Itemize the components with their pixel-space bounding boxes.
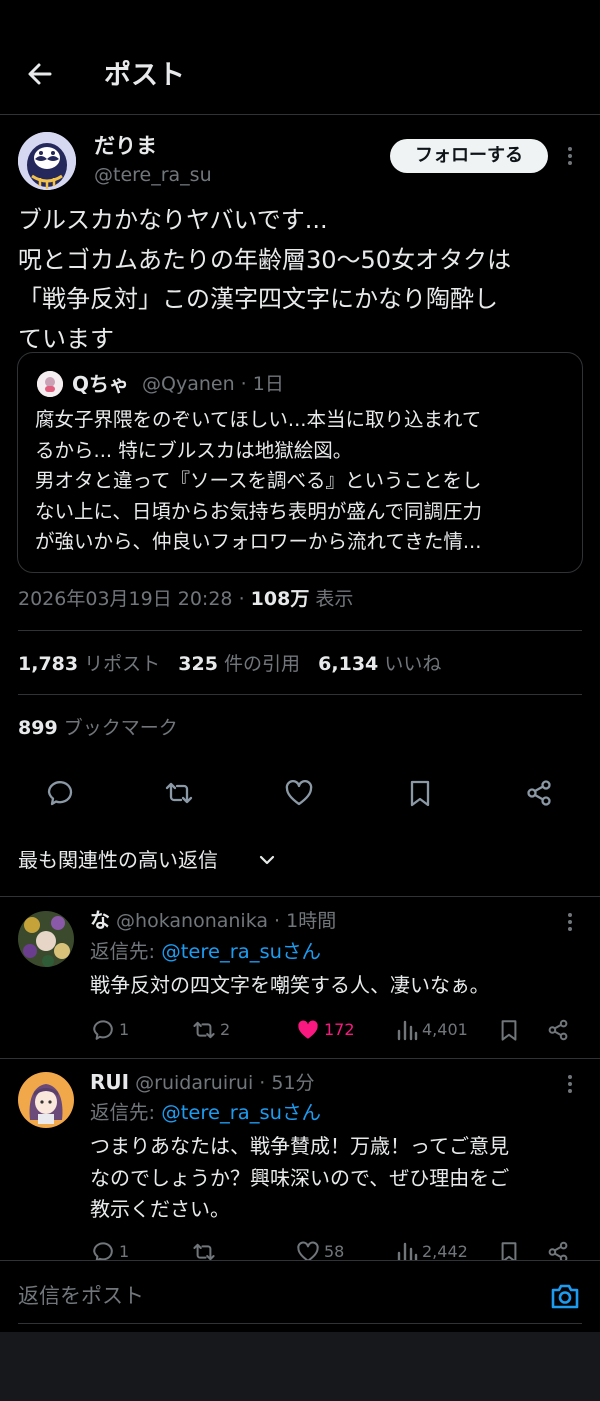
- reply-to-handle[interactable]: @tere_ra_suさん: [161, 940, 321, 963]
- more-options-icon[interactable]: [560, 910, 580, 934]
- reply-header: RUI @ruidaruirui · 51分: [90, 1068, 315, 1097]
- quoted-post-text: 腐女子界隈をのぞいてほしい...本当に取り込まれて るから... 特にブルスカは…: [35, 405, 575, 558]
- post-meta: 2026年03月19日 20:28 · 108万 表示: [18, 588, 354, 610]
- quoted-author-avatar: [37, 371, 63, 397]
- author-handle[interactable]: @tere_ra_su: [94, 162, 212, 188]
- bookmark-icon[interactable]: [405, 778, 435, 808]
- chevron-down-icon[interactable]: [258, 851, 276, 869]
- reply-author-name[interactable]: な: [90, 908, 110, 932]
- views-count: 108万: [250, 588, 310, 610]
- post-text-line: 呪とゴカムあたりの年齢層30〜50女オタクは: [18, 245, 512, 274]
- reply-bookmark-icon[interactable]: [497, 1016, 521, 1042]
- reply-avatar[interactable]: [18, 1072, 74, 1128]
- post-text-line: ブルスカかなりヤバいです...: [18, 206, 328, 234]
- bookmarks-stat: 899 ブックマーク: [18, 712, 178, 744]
- reply-text: 戦争反対の四文字を嘲笑する人、凄いなぁ。: [90, 973, 490, 997]
- divider: [0, 896, 600, 897]
- quoted-text-line: が強いから、仲良いフォロワーから流れてきた情...: [35, 530, 482, 554]
- top-bar: [0, 0, 600, 115]
- reply-repost-button[interactable]: 2: [192, 1016, 230, 1042]
- quoted-author-meta: @Qyanen · 1日: [142, 373, 284, 395]
- quoted-post-card[interactable]: Qちゃ @Qyanen · 1日 腐女子界隈をのぞいてほしい...本当に取り込ま…: [17, 352, 583, 573]
- post-text: ブルスカかなりヤバいです... 呪とゴカムあたりの年齢層30〜50女オタクは 「…: [18, 201, 588, 359]
- reply-to: 返信先: @tere_ra_suさん: [90, 940, 321, 963]
- camera-icon[interactable]: [549, 1280, 581, 1312]
- reply-icon[interactable]: [45, 778, 75, 808]
- more-options-icon[interactable]: [560, 144, 580, 168]
- more-options-icon[interactable]: [560, 1072, 580, 1096]
- reply-to: 返信先: @tere_ra_suさん: [90, 1101, 321, 1124]
- repost-icon[interactable]: [164, 778, 194, 808]
- quoted-text-line: ない上に、日頃からお気持ち表明が盛んで同調圧力: [35, 499, 482, 523]
- reply-header: な @hokanonanika · 1時間: [90, 906, 336, 935]
- like-icon[interactable]: [284, 778, 314, 808]
- reply-share-icon[interactable]: [546, 1016, 570, 1042]
- follow-button[interactable]: フォローする: [390, 139, 548, 173]
- engagement-stats: 1,783 リポスト 325 件の引用 6,134 いいね: [18, 648, 441, 680]
- quoted-text-line: 男オタと違って『ソースを調べる』ということをし: [35, 469, 482, 493]
- reply-like-button[interactable]: 172: [296, 1016, 355, 1042]
- reply-input[interactable]: 返信をポスト: [18, 1280, 144, 1312]
- reply-text: つまりあなたは、戦争賛成！万歳！ってご意見 なのでしょうか？興味深いので、ぜひ理…: [90, 1134, 510, 1221]
- page-title: ポスト: [104, 60, 185, 91]
- reply-avatar[interactable]: [18, 911, 74, 967]
- views-label: 表示: [315, 588, 354, 610]
- share-icon[interactable]: [524, 778, 554, 808]
- replies-sort-dropdown[interactable]: 最も関連性の高い返信: [18, 845, 218, 875]
- author-name[interactable]: だりま: [94, 132, 157, 160]
- likes-stat[interactable]: 6,134 いいね: [318, 653, 441, 675]
- reply-to-handle[interactable]: @tere_ra_suさん: [161, 1101, 321, 1124]
- quoted-text-line: 腐女子界隈をのぞいてほしい...本当に取り込まれて: [35, 408, 482, 431]
- divider: [0, 1058, 600, 1059]
- reposts-stat[interactable]: 1,783 リポスト: [18, 653, 160, 675]
- reply-views-button[interactable]: 4,401: [396, 1016, 468, 1042]
- system-nav-bar: [0, 1332, 600, 1401]
- quoted-text-line: るから... 特にブルスカは地獄絵図。: [35, 438, 353, 462]
- back-arrow-icon[interactable]: [24, 58, 56, 90]
- composer-underline: [18, 1323, 582, 1324]
- reply-author-meta: @ruidaruirui · 51分: [135, 1072, 315, 1094]
- post-text-line: 「戦争反対」この漢字四文字にかなり陶酔し: [18, 285, 498, 313]
- bookmarks-label: ブックマーク: [63, 717, 178, 739]
- post-timestamp[interactable]: 2026年03月19日 20:28: [18, 588, 233, 610]
- quoted-author-name: Qちゃ: [72, 372, 130, 396]
- author-avatar[interactable]: [18, 132, 76, 190]
- reply-author-meta: @hokanonanika · 1時間: [116, 910, 337, 932]
- bookmarks-count: 899: [18, 717, 58, 739]
- divider: [18, 694, 582, 695]
- reply-author-name[interactable]: RUI: [90, 1070, 129, 1094]
- divider: [18, 630, 582, 631]
- reply-reply-button[interactable]: 1: [91, 1016, 129, 1042]
- quotes-stat[interactable]: 325 件の引用: [178, 653, 300, 675]
